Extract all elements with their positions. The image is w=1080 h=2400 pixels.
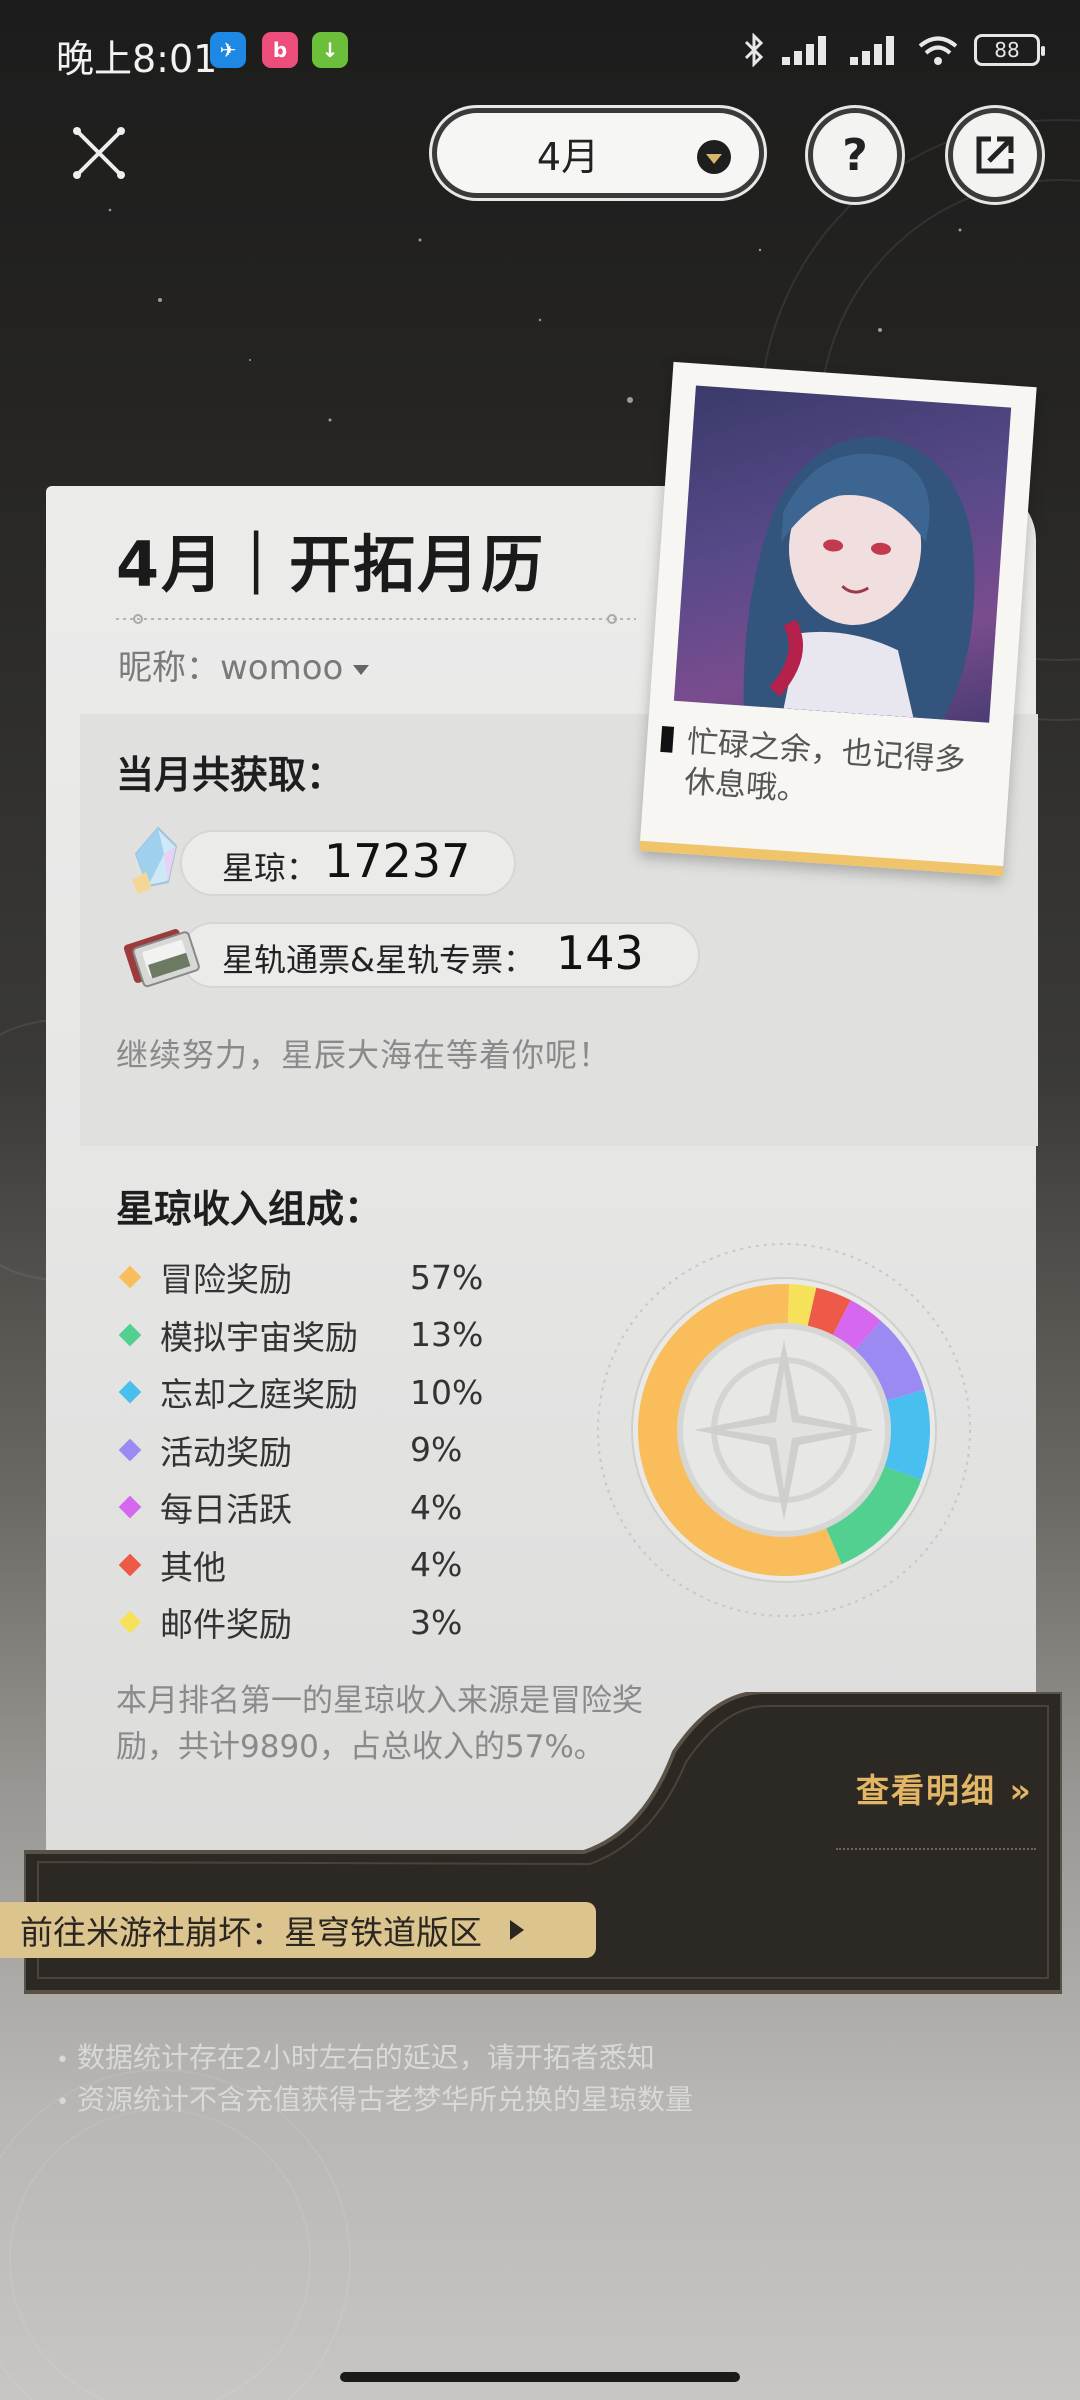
legend-name: 其他 bbox=[160, 1547, 226, 1587]
donut-segment bbox=[806, 1287, 851, 1336]
caption-marker bbox=[660, 725, 675, 753]
donut-segment bbox=[883, 1389, 930, 1480]
close-icon bbox=[73, 127, 125, 179]
stellar-jade-icon bbox=[132, 826, 178, 894]
nickname-selector[interactable]: 昵称：womoo bbox=[118, 640, 370, 689]
signal-icon-2 bbox=[850, 36, 894, 65]
character-photo-card: 忙碌之余，也记得多休息哦。 bbox=[639, 361, 1037, 877]
legend-name: 邮件奖励 bbox=[160, 1605, 292, 1644]
caret-down-icon bbox=[353, 664, 370, 675]
legend-percent: 9% bbox=[410, 1430, 463, 1469]
legend-name: 每日活跃 bbox=[160, 1490, 292, 1529]
donut-segment bbox=[831, 1300, 881, 1352]
footnote-delay: 数据统计存在2小时左右的延迟，请开拓者悉知 bbox=[56, 2036, 655, 2076]
download-app-icon: ↓ bbox=[312, 32, 348, 68]
home-indicator[interactable] bbox=[340, 2372, 740, 2382]
legend-name: 模拟宇宙奖励 bbox=[160, 1317, 358, 1357]
help-button[interactable]: ? bbox=[808, 108, 902, 202]
legend-percent: 10% bbox=[410, 1372, 484, 1412]
income-heading: 星琼收入组成： bbox=[116, 1187, 383, 1231]
play-arrow-icon bbox=[510, 1920, 524, 1940]
legend-diamond-icon bbox=[118, 1495, 142, 1519]
photo-caption: 忙碌之余，也记得多休息哦。 bbox=[683, 723, 967, 809]
legend-percent: 3% bbox=[410, 1602, 463, 1642]
legend-name: 冒险奖励 bbox=[160, 1260, 292, 1299]
legend-diamond-icon bbox=[118, 1553, 142, 1576]
donut-segment bbox=[787, 1284, 817, 1327]
month-selector-label: 4月 bbox=[536, 134, 600, 179]
legend-name: 忘却之庭奖励 bbox=[160, 1375, 358, 1414]
nickname-label: 昵称： bbox=[118, 648, 220, 688]
legend-item: 邮件奖励 3% bbox=[118, 1597, 462, 1647]
goto-forum-label: 前往米游社崩坏：星穹铁道版区 bbox=[20, 1913, 482, 1952]
footnote-exclusion: 资源统计不含充值获得古老梦华所兑换的星琼数量 bbox=[56, 2078, 693, 2118]
bluetooth-icon bbox=[744, 33, 764, 67]
feather-app-icon: ✈ bbox=[210, 32, 246, 68]
legend-percent: 57% bbox=[410, 1257, 484, 1297]
stellar-jade-value: 17237 bbox=[324, 834, 471, 888]
battery-indicator: 88 bbox=[974, 34, 1045, 66]
star-rail-pass-value: 143 bbox=[556, 926, 644, 980]
close-button[interactable] bbox=[64, 118, 134, 188]
signal-icon bbox=[782, 36, 826, 65]
legend-item: 每日活跃 4% bbox=[118, 1482, 462, 1532]
character-illustration bbox=[743, 436, 975, 720]
legend-item: 模拟宇宙奖励 13% bbox=[118, 1310, 483, 1360]
legend-item: 其他 4% bbox=[118, 1540, 462, 1590]
summary-heading: 当月共获取： bbox=[116, 753, 345, 797]
encouragement-text: 继续努力，星辰大海在等着你呢！ bbox=[116, 1036, 612, 1074]
legend-item: 冒险奖励 57% bbox=[118, 1252, 483, 1302]
month-selector[interactable]: 4月 bbox=[432, 108, 764, 198]
share-button[interactable] bbox=[948, 108, 1042, 202]
title-divider bbox=[116, 614, 636, 624]
legend-percent: 4% bbox=[410, 1545, 463, 1584]
legend-diamond-icon bbox=[118, 1438, 142, 1461]
legend-diamond-icon bbox=[118, 1265, 142, 1289]
status-bar: 晚上8:01 ✈ b ↓ 88 bbox=[0, 0, 1080, 100]
share-icon bbox=[976, 136, 1014, 174]
character-portrait bbox=[673, 385, 1012, 723]
help-icon: ? bbox=[842, 129, 868, 181]
wifi-icon bbox=[918, 36, 958, 65]
legend-item: 活动奖励 9% bbox=[118, 1425, 462, 1475]
stellar-jade-label: 星琼： bbox=[222, 849, 319, 887]
legend-diamond-icon bbox=[118, 1323, 142, 1346]
legend-diamond-icon bbox=[118, 1380, 142, 1404]
detail-divider bbox=[836, 1848, 1036, 1850]
star-rail-pass-label: 星轨通票&星轨专票： bbox=[222, 941, 535, 979]
view-details-link[interactable]: 查看明细 » bbox=[856, 1764, 1033, 1812]
legend-diamond-icon bbox=[118, 1610, 142, 1634]
legend-item: 忘却之庭奖励 10% bbox=[118, 1367, 483, 1417]
nickname-value: womoo bbox=[220, 648, 344, 688]
goto-forum-button[interactable]: 前往米游社崩坏：星穹铁道版区 bbox=[0, 1902, 596, 1958]
legend-percent: 4% bbox=[410, 1487, 463, 1527]
star-rail-pass-icon bbox=[123, 929, 200, 988]
legend-percent: 13% bbox=[410, 1315, 484, 1354]
status-time: 晚上8:01 bbox=[56, 37, 218, 81]
status-indicators: 88 bbox=[742, 30, 1045, 70]
income-donut-chart bbox=[597, 1243, 971, 1617]
legend-name: 活动奖励 bbox=[160, 1432, 292, 1472]
chevron-down-icon bbox=[697, 140, 731, 174]
bilibili-app-icon: b bbox=[262, 32, 298, 68]
page-title: 4月｜开拓月历 bbox=[116, 528, 546, 601]
